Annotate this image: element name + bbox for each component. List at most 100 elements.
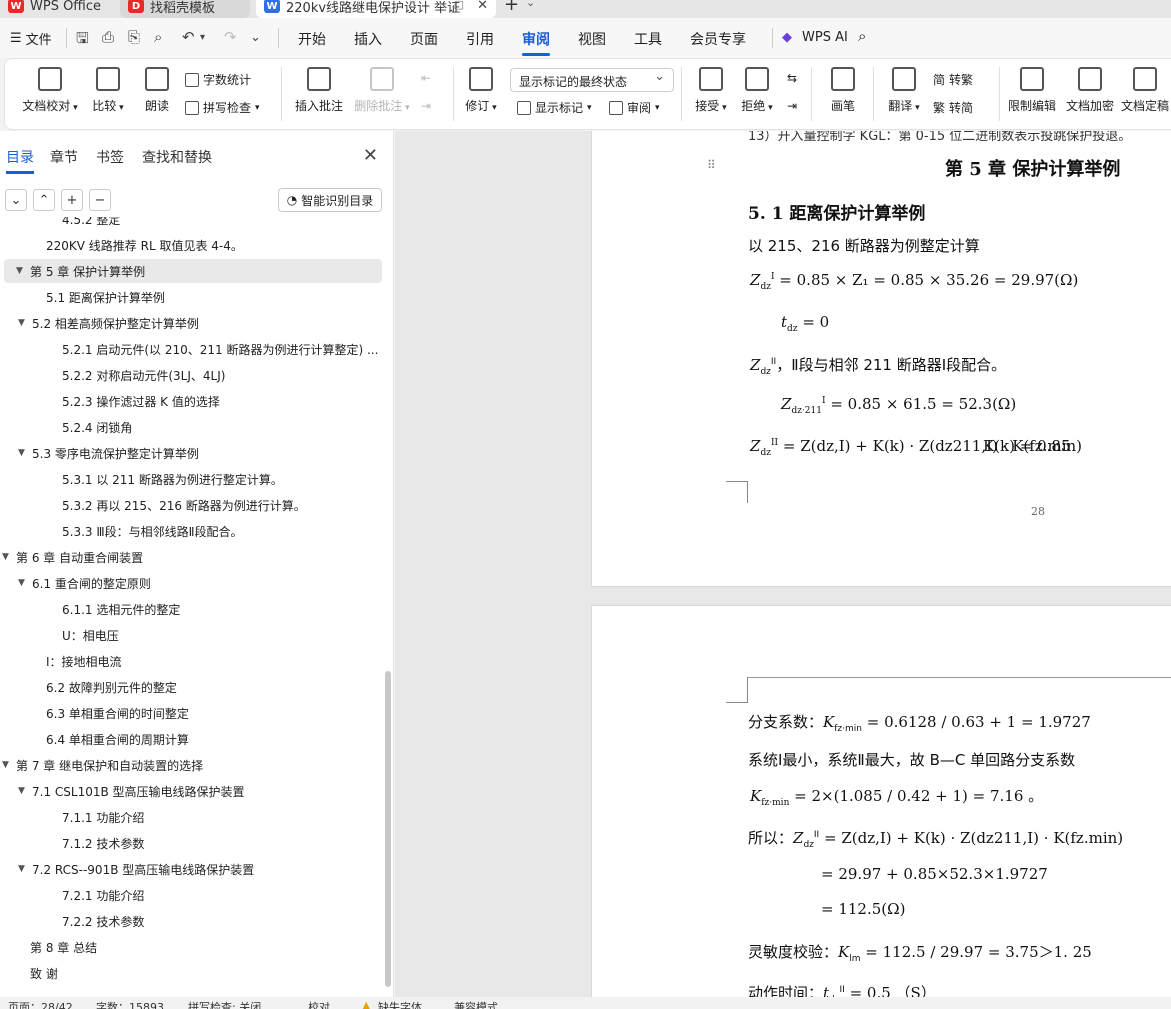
toc-scrollbar[interactable] bbox=[385, 671, 391, 987]
expand-up-icon[interactable]: ⌃ bbox=[33, 189, 55, 211]
toc-item[interactable]: ▼ 7.1 CSL101B 型高压输电线路保护装置 bbox=[0, 779, 245, 803]
show-markup-button[interactable]: 显示标记 ▾ bbox=[517, 99, 592, 116]
delete-comment-button[interactable]: 删除批注 bbox=[351, 67, 413, 114]
reject-button[interactable]: 拒绝 bbox=[737, 67, 777, 114]
expand-triangle-icon[interactable]: ▼ bbox=[18, 578, 32, 588]
document-canvas[interactable]: 13）开入量控制字 KGL：第 0-15 位二进制数表示投跳保护投退。 ⠿ 第 … bbox=[395, 131, 1171, 997]
tab-template[interactable]: D 找稻壳模板 bbox=[120, 0, 250, 18]
more-chevron-icon[interactable]: ⌄ bbox=[250, 30, 261, 45]
expand-triangle-icon[interactable]: ▼ bbox=[2, 760, 16, 770]
prev-comment-icon[interactable]: ⇤ bbox=[421, 71, 431, 85]
tab-start[interactable]: 开始 bbox=[298, 29, 326, 49]
next-comment-icon[interactable]: ⇥ bbox=[421, 99, 431, 113]
tab-view[interactable]: 视图 bbox=[578, 29, 606, 49]
toc-item[interactable]: I：接地相电流 bbox=[0, 649, 122, 673]
file-menu[interactable]: ☰ 文件 bbox=[10, 29, 52, 48]
compare-button[interactable]: 比较 bbox=[87, 67, 129, 114]
print-preview-icon[interactable]: ⌕ bbox=[154, 28, 162, 46]
tab-tools[interactable]: 工具 bbox=[634, 29, 662, 49]
toc-item[interactable]: 5.1 距离保护计算举例 bbox=[0, 285, 165, 309]
toc-item[interactable]: 7.2.1 功能介绍 bbox=[0, 883, 144, 907]
toc-item[interactable]: ▼ 7.2 RCS--901B 型高压输电线路保护装置 bbox=[0, 857, 254, 881]
wps-ai-button[interactable]: WPS AI bbox=[802, 30, 848, 45]
track-changes-button[interactable]: 修订 bbox=[461, 67, 501, 114]
toc-item[interactable]: ▼ 5.2 相差高频保护整定计算举例 bbox=[0, 311, 199, 335]
brush-button[interactable]: 画笔 bbox=[823, 67, 863, 114]
toc-item[interactable]: 5.3.1 以 211 断路器为例进行整定计算。 bbox=[0, 467, 283, 491]
toc-item[interactable]: 致 谢 bbox=[0, 961, 58, 985]
print-icon[interactable]: ⎘ bbox=[128, 28, 140, 46]
toc-item[interactable]: 5.3.3 Ⅲ段：与相邻线路Ⅱ段配合。 bbox=[0, 519, 243, 543]
minus-icon[interactable]: − bbox=[89, 189, 111, 211]
toc-item[interactable]: 6.1.1 选相元件的整定 bbox=[0, 597, 180, 621]
add-icon[interactable]: + bbox=[61, 189, 83, 211]
toc-item[interactable]: ▼ 第 7 章 继电保护和自动装置的选择 bbox=[0, 753, 203, 777]
tab-document[interactable]: W 220kv线路继电保护设计 举证 ▢ ✕ bbox=[256, 0, 496, 18]
read-aloud-button[interactable]: 朗读 bbox=[139, 67, 175, 114]
translate-button[interactable]: 翻译 bbox=[883, 67, 925, 114]
insert-comment-button[interactable]: 插入批注 bbox=[291, 67, 347, 114]
save-icon[interactable]: 🖫 bbox=[76, 28, 89, 53]
toc-item[interactable]: 5.2.3 操作滤过器 K 值的选择 bbox=[0, 389, 220, 413]
finalize-button[interactable]: 文档定稿 bbox=[1121, 67, 1171, 114]
toc-item[interactable]: ▼ 第 5 章 保护计算举例 bbox=[4, 259, 382, 283]
toc-item[interactable]: 6.4 单相重合闸的周期计算 bbox=[0, 727, 189, 751]
expand-triangle-icon[interactable]: ▼ bbox=[18, 786, 32, 796]
toc-item[interactable]: 5.2.1 启动元件(以 210、211 断路器为例进行计算整定) ... bbox=[0, 337, 378, 361]
export-pdf-icon[interactable]: ⎙ bbox=[102, 28, 114, 46]
redo-icon[interactable]: ↷ bbox=[224, 28, 237, 46]
drag-handle-icon[interactable]: ⠿ bbox=[707, 158, 717, 172]
to-traditional-button[interactable]: 简 转繁 bbox=[933, 71, 973, 88]
missing-font-button[interactable]: 缺失字体 bbox=[378, 999, 422, 1009]
tab-review[interactable]: 审阅 bbox=[522, 29, 550, 56]
nav-tab-find-replace[interactable]: 查找和替换 bbox=[142, 147, 212, 167]
word-count[interactable]: 字数：15893 bbox=[96, 999, 164, 1009]
expand-triangle-icon[interactable]: ▼ bbox=[18, 318, 32, 328]
close-icon[interactable]: ✕ bbox=[363, 145, 378, 166]
search-icon[interactable]: ⌕ bbox=[858, 27, 866, 45]
smart-toc-button[interactable]: ◔ 智能识别目录 bbox=[278, 188, 382, 212]
expand-triangle-icon[interactable]: ▼ bbox=[16, 266, 30, 276]
toc-item[interactable]: 5.3.2 再以 215、216 断路器为例进行计算。 bbox=[0, 493, 306, 517]
tab-insert[interactable]: 插入 bbox=[354, 29, 382, 49]
tab-wps-office[interactable]: W WPS Office bbox=[0, 0, 112, 18]
toc-item[interactable]: 4.5.2 整定 bbox=[0, 217, 120, 231]
toc-item[interactable]: 220KV 线路推荐 RL 取值见表 4-4。 bbox=[0, 233, 243, 257]
toc-item[interactable]: 7.1.2 技术参数 bbox=[0, 831, 144, 855]
toc-item[interactable]: 7.2.2 技术参数 bbox=[0, 909, 144, 933]
toc-item[interactable]: ▼ 5.3 零序电流保护整定计算举例 bbox=[0, 441, 199, 465]
nav-tab-bookmarks[interactable]: 书签 bbox=[96, 147, 124, 167]
toc-item[interactable]: 第 8 章 总结 bbox=[0, 935, 97, 959]
proof-button[interactable]: 校对 bbox=[308, 999, 330, 1009]
prev-change-icon[interactable]: ⇆ bbox=[787, 71, 797, 85]
encrypt-button[interactable]: 文档加密 bbox=[1063, 67, 1117, 114]
to-simplified-button[interactable]: 繁 转简 bbox=[933, 99, 973, 116]
expand-triangle-icon[interactable]: ▼ bbox=[2, 552, 16, 562]
tab-window-icon[interactable]: ▢ bbox=[454, 0, 464, 11]
tab-member[interactable]: 会员专享 bbox=[690, 29, 746, 49]
spell-check-status[interactable]: 拼写检查: 关闭 bbox=[188, 999, 261, 1009]
restrict-edit-button[interactable]: 限制编辑 bbox=[1005, 67, 1059, 114]
page-indicator[interactable]: 页面：28/42 bbox=[8, 999, 73, 1009]
toc-item[interactable]: 5.2.4 闭锁角 bbox=[0, 415, 132, 439]
toc-item[interactable]: 6.2 故障判别元件的整定 bbox=[0, 675, 177, 699]
undo-dropdown-icon[interactable]: ▾ bbox=[200, 32, 205, 43]
collapse-icon[interactable]: ⌄ bbox=[5, 189, 27, 211]
display-state-select[interactable]: 显示标记的最终状态 bbox=[510, 68, 674, 92]
undo-icon[interactable]: ↶ bbox=[182, 28, 195, 46]
expand-triangle-icon[interactable]: ▼ bbox=[18, 864, 32, 874]
tab-references[interactable]: 引用 bbox=[466, 29, 494, 49]
new-tab-icon[interactable]: + bbox=[504, 0, 519, 15]
toc-item[interactable]: ▼ 6.1 重合闸的整定原则 bbox=[0, 571, 151, 595]
spell-check-button[interactable]: 拼写检查 ▾ bbox=[185, 99, 260, 116]
toc-item[interactable]: 6.3 单相重合闸的时间整定 bbox=[0, 701, 189, 725]
toc-item[interactable]: 5.2.2 对称启动元件(3LJ、4LJ) bbox=[0, 363, 225, 387]
accept-button[interactable]: 接受 bbox=[691, 67, 731, 114]
next-change-icon[interactable]: ⇥ bbox=[787, 99, 797, 113]
nav-tab-toc[interactable]: 目录 bbox=[6, 147, 34, 174]
toc-item[interactable]: ▼ 第 6 章 自动重合闸装置 bbox=[0, 545, 143, 569]
review-pane-button[interactable]: 审阅 ▾ bbox=[609, 99, 660, 116]
doc-proof-button[interactable]: 文档校对 bbox=[21, 67, 79, 114]
word-count-button[interactable]: 字数统计 bbox=[185, 71, 251, 88]
toc-item[interactable]: 7.1.1 功能介绍 bbox=[0, 805, 144, 829]
